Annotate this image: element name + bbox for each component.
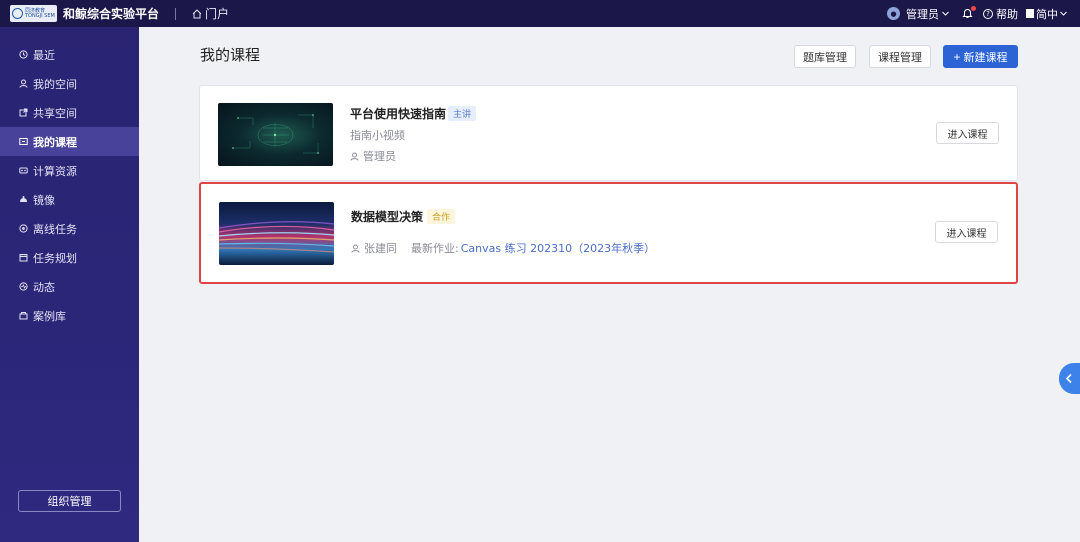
main-content: 我的课程 题库管理 课程管理 + 新建课程 平台使用快速指南 主讲 指南小视频 [139, 27, 1080, 542]
question-bank-button[interactable]: 题库管理 [794, 45, 856, 68]
homework-link[interactable]: Canvas 练习 202310（2023年秋季） [461, 240, 655, 256]
light-trails-image [219, 221, 334, 253]
sidebar-item-label: 案例库 [33, 309, 66, 323]
course-card-highlighted[interactable]: 数据模型决策 合作 张建同 最新作业: Canvas 练习 202310（202… [199, 182, 1018, 284]
sidebar-item-label: 镜像 [33, 193, 55, 207]
sidebar-item-activity[interactable]: 动态 [0, 272, 139, 301]
owner-name: 管理员 [363, 150, 396, 163]
sidebar-item-recent[interactable]: 最近 [0, 40, 139, 69]
sidebar-item-label: 计算资源 [33, 164, 77, 178]
portal-label: 门户 [205, 7, 230, 21]
sidebar-item-offline-tasks[interactable]: 离线任务 [0, 214, 139, 243]
course-manage-button[interactable]: 课程管理 [869, 45, 931, 68]
user-icon [19, 79, 28, 88]
course-owner: 管理员 [350, 148, 396, 164]
calendar-icon [19, 253, 28, 262]
circuit-brain-image [232, 114, 319, 154]
course-card[interactable]: 平台使用快速指南 主讲 指南小视频 管理员 进入课程 [199, 85, 1018, 181]
sidebar-item-task-planning[interactable]: 任务规划 [0, 243, 139, 272]
app-name: 和鲸综合实验平台 [63, 7, 160, 21]
owner-name: 张建同 [364, 242, 397, 255]
sidebar-item-label: 最近 [33, 48, 55, 62]
sidebar-item-label: 离线任务 [33, 222, 77, 236]
course-icon [19, 137, 28, 146]
user-menu[interactable]: ● 管理员 [887, 6, 950, 22]
logo-mark-icon [12, 8, 23, 19]
help-icon: ? [983, 8, 993, 19]
sidebar-item-images[interactable]: 镜像 [0, 185, 139, 214]
activity-icon [19, 282, 28, 291]
enter-course-button[interactable]: 进入课程 [935, 221, 998, 243]
sidebar-item-label: 我的空间 [33, 77, 77, 91]
sidebar: 最近 我的空间 共享空间 我的课程 计算资源 镜像 离线任务 任务规划 动态 案… [0, 27, 139, 542]
compute-icon [19, 166, 28, 175]
notification-badge [971, 6, 976, 11]
sidebar-item-case-library[interactable]: 案例库 [0, 301, 139, 330]
sidebar-item-my-courses[interactable]: 我的课程 [0, 127, 139, 156]
course-thumbnail[interactable] [219, 202, 334, 265]
course-thumbnail[interactable] [218, 103, 333, 166]
sidebar-item-label: 动态 [33, 280, 55, 294]
course-subtitle: 指南小视频 [350, 129, 405, 142]
language-icon [1026, 9, 1034, 18]
side-panel-toggle[interactable] [1059, 363, 1080, 394]
admin-label: 管理员 [906, 7, 939, 21]
logo-text-en: TONGJI SEM [25, 12, 55, 19]
help-label: 帮助 [996, 7, 1018, 21]
sidebar-item-my-space[interactable]: 我的空间 [0, 69, 139, 98]
chevron-left-icon [1065, 373, 1072, 384]
user-icon [350, 152, 359, 161]
image-icon [19, 195, 28, 204]
sidebar-item-shared-space[interactable]: 共享空间 [0, 98, 139, 127]
user-icon [351, 244, 360, 253]
language-select[interactable]: 简中 [1026, 6, 1068, 22]
language-label: 简中 [1036, 7, 1058, 21]
new-course-label: 新建课程 [963, 51, 1008, 64]
notification-button[interactable] [962, 6, 976, 19]
role-tag: 合作 [427, 209, 456, 224]
home-icon [192, 8, 202, 18]
role-tag: 主讲 [448, 106, 477, 121]
enter-course-button[interactable]: 进入课程 [936, 122, 999, 144]
sidebar-item-compute[interactable]: 计算资源 [0, 156, 139, 185]
chevron-down-icon [1060, 11, 1067, 16]
page-title: 我的课程 [200, 46, 261, 64]
avatar: ● [887, 7, 900, 20]
latest-homework: 最新作业: Canvas 练习 202310（2023年秋季） [411, 240, 655, 256]
org-management-button[interactable]: 组织管理 [18, 490, 121, 512]
homework-label: 最新作业: [411, 242, 459, 255]
divider [175, 7, 177, 20]
course-title[interactable]: 数据模型决策 [351, 208, 423, 225]
chevron-down-icon [942, 11, 949, 16]
logo[interactable]: 同济教育 TONGJI SEM [10, 5, 57, 22]
sidebar-item-label: 我的课程 [33, 135, 77, 149]
top-bar: 同济教育 TONGJI SEM 和鲸综合实验平台 门户 ● 管理员 ? 帮助 简… [0, 0, 1080, 27]
task-icon [19, 224, 28, 233]
plus-icon: + [953, 49, 961, 64]
help-link[interactable]: ? 帮助 [983, 6, 1018, 22]
library-icon [19, 311, 28, 320]
new-course-button[interactable]: + 新建课程 [943, 45, 1018, 68]
clock-icon [19, 50, 28, 59]
sidebar-item-label: 共享空间 [33, 106, 77, 120]
course-owner: 张建同 [351, 240, 397, 256]
sidebar-item-label: 任务规划 [33, 251, 77, 265]
course-title[interactable]: 平台使用快速指南 [350, 105, 446, 122]
share-icon [19, 108, 28, 117]
portal-link[interactable]: 门户 [192, 5, 229, 22]
